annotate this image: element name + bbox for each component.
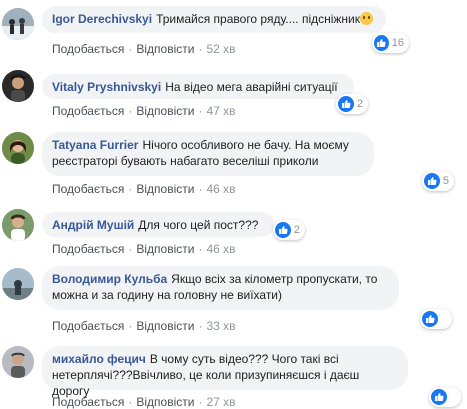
reaction-reaction-icon-only[interactable] [420, 309, 452, 329]
grinning-face-icon [360, 12, 374, 25]
avatar[interactable] [2, 132, 34, 164]
separator: · [198, 395, 203, 409]
separator: · [128, 242, 133, 256]
like-link[interactable]: Подобається [52, 242, 124, 256]
like-link[interactable]: Подобається [52, 395, 124, 409]
thumbs-up-icon [374, 35, 389, 51]
reaction-count[interactable]: 16 [372, 33, 409, 53]
comment-actions: Подобається · Відповісти · 33 хв [52, 319, 236, 333]
avatar-photo-icon [2, 8, 34, 40]
reply-link[interactable]: Відповісти [136, 42, 194, 56]
comment-bubble: михайло фецич В чому суть відео??? Чого т… [42, 346, 408, 398]
comment-actions: Подобається · Відповісти · 27 хв [52, 395, 236, 409]
avatar-photo-icon [2, 132, 34, 164]
reply-link[interactable]: Відповісти [136, 104, 194, 118]
comment-actions: Подобається · Відповісти · 47 хв [52, 104, 236, 118]
reaction-number: 2 [293, 224, 300, 236]
author-name[interactable]: Володимир Кульба [52, 272, 167, 286]
author-name[interactable]: Vitaly Pryshnivskyi [52, 80, 161, 94]
reaction-number: 2 [356, 98, 363, 110]
timestamp[interactable]: 27 хв [206, 395, 235, 409]
avatar[interactable] [2, 209, 34, 241]
separator: · [198, 104, 203, 118]
reply-link[interactable]: Відповісти [136, 395, 194, 409]
timestamp[interactable]: 52 хв [206, 42, 235, 56]
separator: · [198, 242, 203, 256]
comment-actions: Подобається · Відповісти · 46 хв [52, 182, 236, 196]
avatar[interactable] [2, 346, 34, 378]
like-link[interactable]: Подобається [52, 104, 124, 118]
thumbs-up-icon [431, 389, 447, 405]
reaction-reaction-icon-only[interactable] [429, 387, 461, 407]
separator: · [128, 319, 133, 333]
timestamp[interactable]: 46 хв [206, 182, 235, 196]
thumbs-up-icon [424, 173, 440, 189]
reply-link[interactable]: Відповісти [136, 242, 194, 256]
reaction-number: 16 [391, 37, 404, 49]
avatar[interactable] [2, 268, 34, 300]
thumbs-up-icon [422, 311, 438, 327]
reaction-count[interactable]: 2 [336, 94, 368, 114]
separator: · [198, 42, 203, 56]
timestamp[interactable]: 47 хв [206, 104, 235, 118]
reaction-count[interactable]: 5 [422, 171, 454, 191]
reply-link[interactable]: Відповісти [136, 319, 194, 333]
separator: · [128, 104, 133, 118]
comment-actions: Подобається · Відповісти · 52 хв [52, 42, 236, 56]
author-name[interactable]: Андрій Мушій [52, 218, 134, 232]
comment-text: Тримайся правого ряду.... підсніжник [156, 12, 361, 26]
avatar[interactable] [2, 8, 34, 40]
comment-bubble: Володимир Кульба Якщо всіх за кілометр пр… [42, 266, 399, 310]
avatar-photo-icon [2, 346, 34, 378]
avatar-photo-icon [2, 268, 34, 300]
comment-text: Для чого цей пост??? [138, 218, 259, 232]
author-name[interactable]: Tatyana Furrier [52, 138, 138, 152]
separator: · [198, 182, 203, 196]
separator: · [128, 182, 133, 196]
avatar-photo-icon [2, 70, 34, 102]
reaction-number: 5 [442, 175, 449, 187]
avatar-photo-icon [2, 209, 34, 241]
author-name[interactable]: михайло фецич [52, 352, 146, 366]
reaction-count[interactable]: 2 [273, 220, 305, 240]
separator: · [128, 395, 133, 409]
like-link[interactable]: Подобається [52, 182, 124, 196]
like-link[interactable]: Подобається [52, 42, 124, 56]
comment-bubble: Tatyana Furrier Нічого особливого не бачу… [42, 132, 374, 176]
like-link[interactable]: Подобається [52, 319, 124, 333]
comment-bubble: Vitaly Pryshnivskyi На відео мега аварійн… [42, 74, 354, 99]
separator: · [198, 319, 203, 333]
comment-bubble: Андрій Мушій Для чого цей пост??? [42, 212, 274, 237]
reply-link[interactable]: Відповісти [136, 182, 194, 196]
author-name[interactable]: Igor Derechivskyi [52, 12, 152, 26]
comment-text: На відео мега аварійні ситуації [165, 80, 338, 94]
separator: · [128, 42, 133, 56]
comment-bubble: Igor Derechivskyi Тримайся правого ряду..… [42, 6, 386, 33]
thumbs-up-icon [338, 96, 354, 112]
comment-actions: Подобається · Відповісти · 46 хв [52, 242, 236, 256]
timestamp[interactable]: 46 хв [206, 242, 235, 256]
thumbs-up-icon [275, 222, 291, 238]
timestamp[interactable]: 33 хв [206, 319, 235, 333]
avatar[interactable] [2, 70, 34, 102]
